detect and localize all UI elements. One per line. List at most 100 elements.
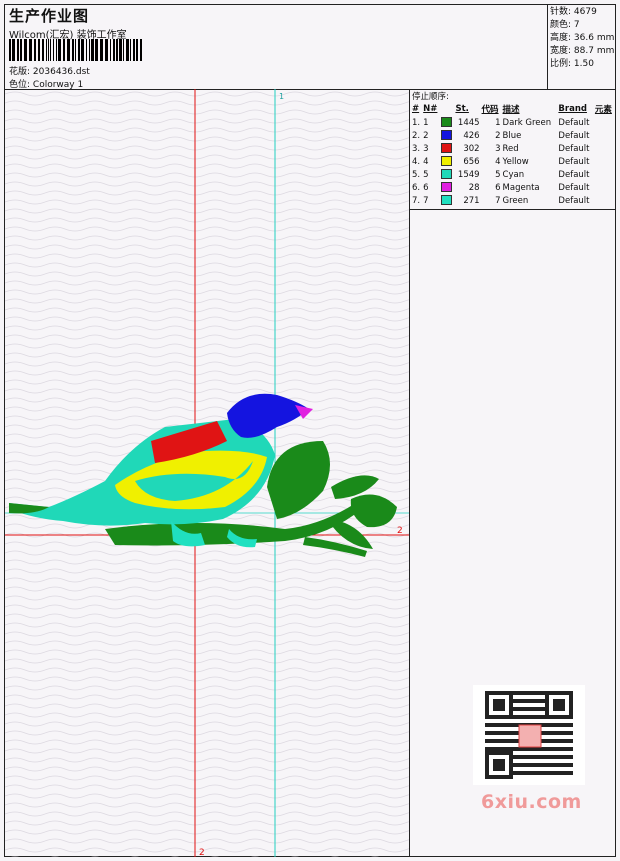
col-brand: Brand (558, 104, 587, 114)
row-swatch (440, 168, 454, 181)
row-element (594, 129, 615, 142)
row-n: 2 (423, 130, 429, 141)
row-swatch (440, 181, 454, 194)
embroidery-canvas: 1 2 2 (5, 89, 409, 857)
table-row: 2. 2 426 2 Blue Default (411, 129, 615, 142)
stop-sequence-table: # N# St. 代码 描述 Brand 元素 1. 1 1445 1 Dark Gre… (411, 102, 615, 207)
row-brand: Default (558, 117, 590, 128)
row-desc: Yellow (502, 156, 529, 167)
row-swatch (440, 116, 454, 129)
design-preview: 1 2 2 (5, 89, 410, 857)
page-title: 生产作业图 (9, 7, 90, 25)
row-code: 1 (495, 117, 501, 128)
row-swatch (440, 194, 454, 207)
stat-scale: 比例: 1.50 (550, 59, 594, 69)
table-header-row: # N# St. 代码 描述 Brand 元素 (411, 102, 615, 116)
row-swatch (440, 155, 454, 168)
row-code: 5 (495, 169, 501, 180)
row-brand: Default (558, 156, 590, 167)
row-desc: Red (502, 143, 519, 154)
table-row: 5. 5 1549 5 Cyan Default (411, 168, 615, 181)
row-n: 7 (423, 195, 429, 206)
row-index: 3. (412, 143, 421, 154)
table-row: 1. 1 1445 1 Dark Green Default (411, 116, 615, 129)
row-code: 3 (495, 143, 501, 154)
col-element: 元素 (594, 105, 612, 115)
production-worksheet: 生产作业图 Wilcom(汇宏) 装饰工作室 花版: 2036436.dst 色… (4, 4, 616, 857)
row-n: 4 (423, 156, 429, 167)
col-swatch (440, 102, 454, 116)
design-value: 2036436.dst (32, 67, 90, 77)
row-element (594, 142, 615, 155)
stat-height: 高度: 36.6 mm (550, 33, 615, 43)
row-index: 2. (412, 130, 421, 141)
row-element (594, 194, 615, 207)
design-file: 花版: 2036436.dst (9, 64, 90, 77)
stat-colors: 颜色: 7 (550, 20, 580, 30)
table-row: 7. 7 271 7 Green Default (411, 194, 615, 207)
row-element (594, 116, 615, 129)
color-swatch (441, 182, 453, 193)
guide-label-red-right: 2 (397, 526, 403, 536)
row-desc: Magenta (502, 182, 540, 193)
barcode (9, 39, 142, 61)
row-n: 6 (423, 182, 429, 193)
table-row: 3. 3 302 3 Red Default (411, 142, 615, 155)
stop-sequence-panel: 停止顺序: # N# St. 代码 描述 Brand 元素 1. 1 1445 1 Da… (410, 89, 615, 210)
color-swatch (441, 195, 453, 206)
table-row: 6. 6 28 6 Magenta Default (411, 181, 615, 194)
watermark-brand: 6xiu.com (481, 791, 582, 813)
row-swatch (440, 142, 454, 155)
row-index: 6. (412, 182, 421, 193)
row-code: 7 (495, 195, 501, 206)
col-n: N# (423, 104, 438, 114)
row-index: 5. (412, 169, 421, 180)
row-index: 1. (412, 117, 421, 128)
row-brand: Default (558, 130, 590, 141)
color-swatch (441, 117, 453, 128)
row-brand: Default (558, 169, 590, 180)
row-code: 4 (495, 156, 501, 167)
row-n: 3 (423, 143, 429, 154)
col-index: # (412, 104, 420, 114)
guide-label-cyan: 1 (279, 92, 284, 101)
row-brand: Default (558, 143, 590, 154)
col-code: 代码 (481, 105, 499, 115)
row-code: 2 (495, 130, 501, 141)
row-stitches: 271 (463, 195, 480, 206)
qr-code (473, 685, 585, 785)
row-stitches: 1445 (457, 117, 480, 128)
row-index: 4. (412, 156, 421, 167)
row-desc: Dark Green (502, 117, 552, 128)
row-desc: Green (502, 195, 529, 206)
row-stitches: 1549 (457, 169, 480, 180)
row-element (594, 155, 615, 168)
color-swatch (441, 130, 453, 141)
guide-label-red-bottom: 2 (199, 848, 205, 857)
stat-stitches: 针数: 4679 (550, 7, 597, 17)
row-code: 6 (495, 182, 501, 193)
row-n: 1 (423, 117, 429, 128)
color-swatch (441, 169, 453, 180)
row-n: 5 (423, 169, 429, 180)
row-element (594, 168, 615, 181)
row-stitches: 656 (463, 156, 480, 167)
col-stitches: St. (455, 104, 469, 114)
row-desc: Cyan (502, 169, 525, 180)
worksheet-header: 生产作业图 Wilcom(汇宏) 装饰工作室 花版: 2036436.dst 色… (5, 5, 615, 90)
stop-sequence-heading: 停止顺序: (412, 92, 449, 102)
row-stitches: 426 (463, 130, 480, 141)
table-row: 4. 4 656 4 Yellow Default (411, 155, 615, 168)
row-brand: Default (558, 195, 590, 206)
row-stitches: 302 (463, 143, 480, 154)
design-stats: 针数: 4679 颜色: 7 高度: 36.6 mm 宽度: 88.7 mm 比… (547, 5, 615, 89)
row-brand: Default (558, 182, 590, 193)
color-swatch (441, 143, 453, 154)
color-swatch (441, 156, 453, 167)
row-desc: Blue (502, 130, 522, 141)
row-index: 7. (412, 195, 421, 206)
row-element (594, 181, 615, 194)
stat-width: 宽度: 88.7 mm (550, 46, 615, 56)
col-desc: 描述 (502, 105, 520, 115)
design-label: 花版: (9, 67, 31, 77)
